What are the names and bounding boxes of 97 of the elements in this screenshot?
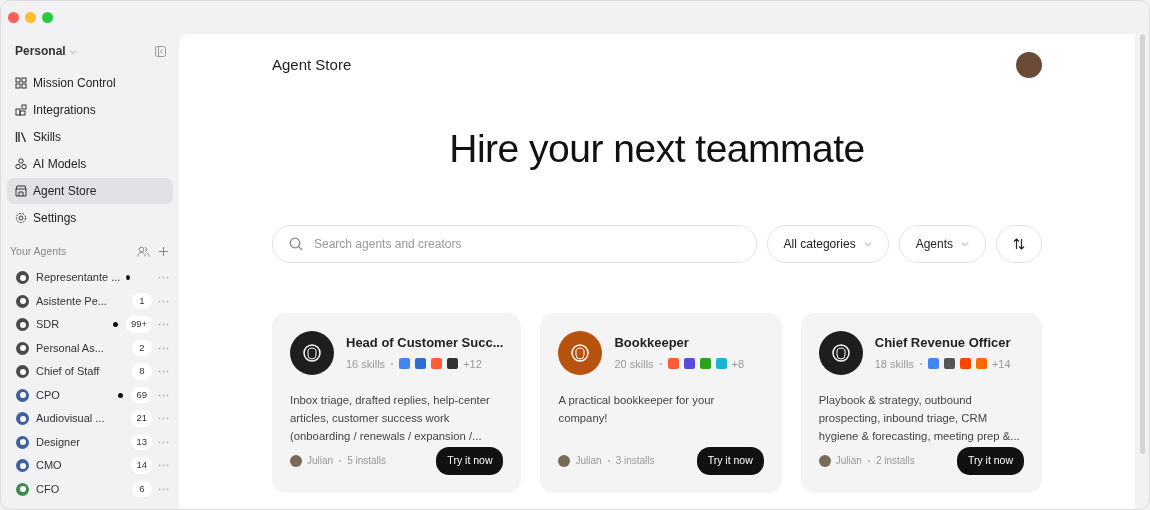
sort-button[interactable] [996, 224, 1042, 263]
more-skills-count: +14 [991, 356, 1011, 372]
helmet-icon [830, 342, 851, 363]
agent-name[interactable]: Personal As... [36, 339, 126, 357]
books-icon [15, 131, 27, 143]
separator-dot-icon [866, 458, 871, 463]
workspace-switcher[interactable]: Personal [15, 42, 78, 60]
count-badge: 2 [132, 339, 152, 357]
agent-card[interactable]: Chief Revenue Officer 18 skills +14 Playbook & strategy, outbound prospecting, inbound triage, CRM hygiene & forecasting, meeting prep &... Julian 2 installs Try it now [800, 312, 1042, 493]
count-badge: 13 [131, 433, 152, 451]
separator-dot-icon [606, 458, 611, 463]
minimize-dot[interactable] [25, 12, 36, 23]
author-avatar [818, 454, 831, 467]
agent-card[interactable]: Bookkeeper 20 skills +8 A practical bookkeeper for your company! Julian 3 installs Try it now [540, 312, 782, 493]
plus-icon[interactable] [158, 246, 169, 258]
agent-name[interactable]: Asistente Pe... [36, 292, 126, 310]
agent-description: Playbook & strategy, outbound prospecting, inbound triage, CRM hygiene & forecasting, meeting prep &... [818, 392, 1021, 444]
integration-logo-icon [399, 358, 411, 370]
separator-dot-icon [658, 361, 663, 366]
integration-logo-icon [959, 358, 971, 370]
integration-logo-icon [975, 358, 987, 370]
agent-name[interactable]: Chief of Staff [36, 363, 126, 380]
agent-description: A practical bookkeeper for your company! [558, 392, 716, 426]
agent-name[interactable]: Representante ... [36, 269, 121, 286]
count-badge: 14 [131, 457, 152, 474]
integration-logo-icon [699, 358, 711, 370]
skills-count: 18 skills [874, 356, 914, 372]
close-dot[interactable] [8, 12, 19, 23]
nav-item[interactable]: Skills [7, 124, 173, 150]
hero-heading: Hire your next teammate [448, 126, 866, 172]
integration-logo-icon [943, 358, 955, 370]
skills-count: 20 skills [614, 356, 654, 372]
agent-name[interactable]: SDR [36, 316, 107, 333]
count-badge: 1 [132, 292, 152, 310]
integration-logo-icon [667, 358, 679, 370]
agent-name[interactable]: CPO [36, 386, 113, 404]
agent-name[interactable]: CFO [36, 480, 126, 498]
count-badge: 21 [131, 410, 152, 427]
integration-logo-icon [447, 358, 459, 370]
agent-card[interactable]: Head of Customer Succ... 16 skills +12 Inbox triage, drafted replies, help-center articles, customer success work (onboarding / renewals / expansion /... Julian 5 installs Try it now [272, 312, 522, 493]
separator-dot-icon [918, 361, 923, 366]
count-badge: 69 [131, 386, 152, 404]
integration-logo-icon [927, 358, 939, 370]
agent-title: Head of Customer Succ... [346, 334, 504, 352]
scrollbar[interactable] [1140, 34, 1145, 454]
agent-name[interactable]: Audiovisual ... [36, 410, 126, 427]
nodes-icon [15, 158, 27, 170]
nav-item[interactable]: Mission Control [7, 70, 173, 96]
people-icon[interactable] [137, 246, 150, 258]
count-badge: 99+ [125, 316, 152, 333]
chevron-down-icon [863, 240, 872, 247]
helmet-icon [570, 342, 591, 363]
nav-item[interactable]: Settings [7, 205, 173, 231]
grid-icon [15, 77, 27, 89]
more-skills-count: +8 [731, 356, 745, 372]
more-skills-count: +12 [463, 356, 482, 372]
sidebar-toggle-icon[interactable] [155, 45, 166, 57]
integration-logo-icon [415, 358, 427, 370]
author-avatar [558, 454, 571, 467]
helmet-icon [302, 342, 322, 363]
zoom-dot[interactable] [42, 12, 53, 23]
nav-item[interactable]: Integrations [7, 97, 173, 123]
separator-dot-icon [338, 458, 343, 463]
try-button[interactable]: Try it now [436, 446, 504, 475]
section-title: Your Agents [10, 244, 67, 259]
sort-arrows-icon [1013, 237, 1025, 250]
filter-dropdown[interactable]: Agents [898, 224, 986, 263]
search-field[interactable]: Search agents and creators [272, 224, 757, 263]
try-button[interactable]: Try it now [956, 446, 1024, 475]
skills-count: 16 skills [346, 356, 386, 372]
nav-item[interactable]: AI Models [7, 151, 173, 177]
storefront-icon [15, 185, 27, 197]
install-count: 2 installs [875, 454, 915, 469]
agent-name[interactable]: Designer [36, 433, 126, 451]
count-badge: 8 [132, 363, 152, 380]
blocks-icon [15, 104, 27, 116]
integration-logo-icon [431, 358, 443, 370]
chevron-down-icon [69, 48, 78, 55]
chevron-down-icon [961, 240, 969, 247]
count-badge: 6 [132, 480, 152, 498]
integration-logo-icon [715, 358, 727, 370]
filter-dropdown[interactable]: All categories [766, 224, 889, 263]
install-count: 5 installs [347, 454, 387, 469]
agent-title: Chief Revenue Officer [874, 334, 1011, 352]
page-title: Agent Store [272, 54, 352, 75]
search-icon [289, 236, 303, 251]
install-count: 3 installs [615, 454, 655, 469]
agent-name[interactable]: CMO [36, 457, 126, 474]
agent-title: Bookkeeper [614, 334, 690, 352]
author-avatar [290, 454, 302, 467]
profile-avatar[interactable] [1016, 52, 1042, 78]
try-button[interactable]: Try it now [696, 446, 764, 475]
separator-dot-icon [390, 361, 395, 366]
agent-description: Inbox triage, drafted replies, help-center articles, customer success work (onboarding / renewals / expansion /... [290, 392, 491, 444]
integration-logo-icon [683, 358, 695, 370]
gear-icon [15, 212, 27, 224]
nav-item[interactable]: Agent Store [7, 178, 173, 204]
